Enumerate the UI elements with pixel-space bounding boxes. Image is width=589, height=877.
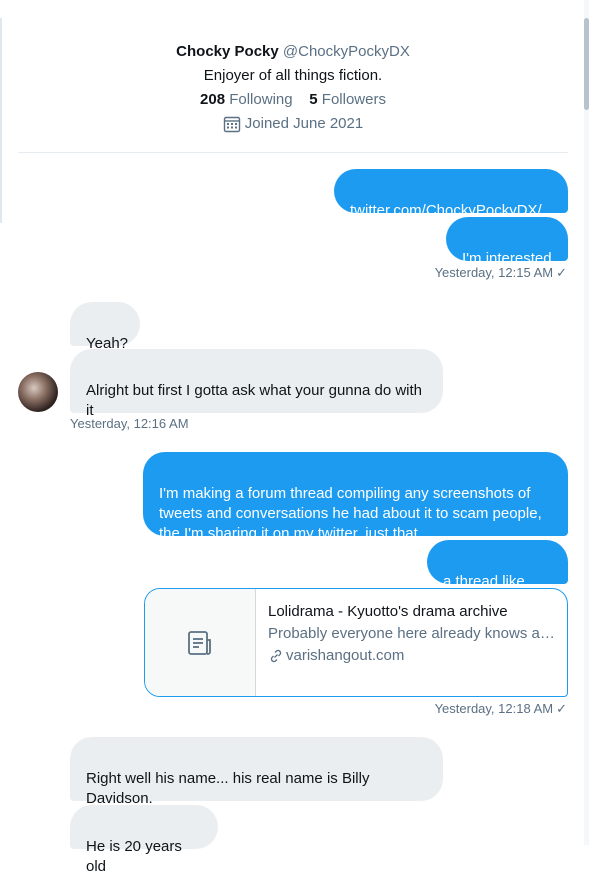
followers-label: Followers [321, 91, 386, 108]
timestamp-text: Yesterday, 12:15 AM [434, 265, 554, 280]
message-text: He is 20 years old [86, 838, 182, 875]
message-bubble-sent[interactable]: twitter.com/ChockyPockyDX/... [334, 169, 568, 219]
link-card-body: Lolidrama - Kyuotto's drama archive Prob… [256, 589, 567, 696]
message-timestamp: Yesterday, 12:16 AM [70, 416, 189, 432]
message-bubble-received[interactable]: Alright but first I gotta ask what your … [70, 349, 443, 419]
followers-link[interactable]: 5 Followers [309, 91, 386, 108]
message-text: I'm making a forum thread compiling any … [159, 485, 542, 542]
calendar-icon [223, 116, 240, 133]
sender-avatar[interactable] [18, 372, 58, 412]
following-label: Following [229, 91, 293, 108]
followers-count: 5 [309, 91, 318, 108]
message-bubble-received[interactable]: Right well his name... his real name is … [70, 737, 443, 807]
message-timestamp: Yesterday, 12:18 AM ✓ [435, 701, 567, 717]
message-bubble-sent[interactable]: I'm interested [446, 217, 568, 267]
link-preview-card[interactable]: Lolidrama - Kyuotto's drama archive Prob… [144, 588, 568, 697]
scrollbar-track[interactable] [584, 0, 589, 845]
message-bubble-received[interactable]: He is 20 years old [70, 805, 218, 875]
read-check-icon: ✓ [556, 265, 567, 280]
message-bubble-received[interactable]: Yeah? [70, 302, 140, 352]
message-text: Alright but first I gotta ask what your … [86, 382, 423, 419]
message-timestamp: Yesterday, 12:15 AM ✓ [435, 265, 567, 281]
read-check-icon: ✓ [556, 701, 567, 716]
timestamp-text: Yesterday, 12:18 AM [434, 701, 554, 716]
profile-name[interactable]: Chocky Pocky [176, 43, 279, 60]
link-card-description: Probably everyone here already knows ab.… [268, 625, 555, 642]
following-link[interactable]: 208 Following [200, 91, 293, 108]
link-card-domain: varishangout.com [286, 647, 405, 664]
joined-date: Joined June 2021 [244, 115, 364, 132]
profile-name-row[interactable]: Chocky Pocky @ChockyPockyDX [18, 40, 568, 64]
message-text: Right well his name... his real name is … [86, 770, 370, 807]
panel-border [0, 18, 2, 223]
profile-header: Chocky Pocky @ChockyPockyDX Enjoyer of a… [18, 40, 568, 136]
link-icon [270, 649, 282, 663]
message-bubble-sent[interactable]: I'm making a forum thread compiling any … [143, 452, 568, 542]
link-card-thumbnail [145, 589, 256, 696]
profile-bio: Enjoyer of all things fiction. [203, 67, 383, 84]
scrollbar-thumb[interactable] [584, 18, 589, 110]
following-count: 208 [200, 91, 226, 108]
profile-handle[interactable]: @ChockyPockyDX [283, 43, 410, 60]
link-card-domain-row: varishangout.com [268, 645, 555, 667]
timestamp-text: Yesterday, 12:16 AM [70, 416, 189, 431]
profile-divider [18, 152, 568, 153]
link-card-title: Lolidrama - Kyuotto's drama archive [268, 603, 508, 620]
message-bubble-sent[interactable]: a thread like this [427, 540, 568, 610]
profile-stats: 208 Following 5 Followers [18, 88, 568, 112]
document-icon [188, 630, 211, 655]
profile-joined: Joined June 2021 [18, 112, 568, 136]
